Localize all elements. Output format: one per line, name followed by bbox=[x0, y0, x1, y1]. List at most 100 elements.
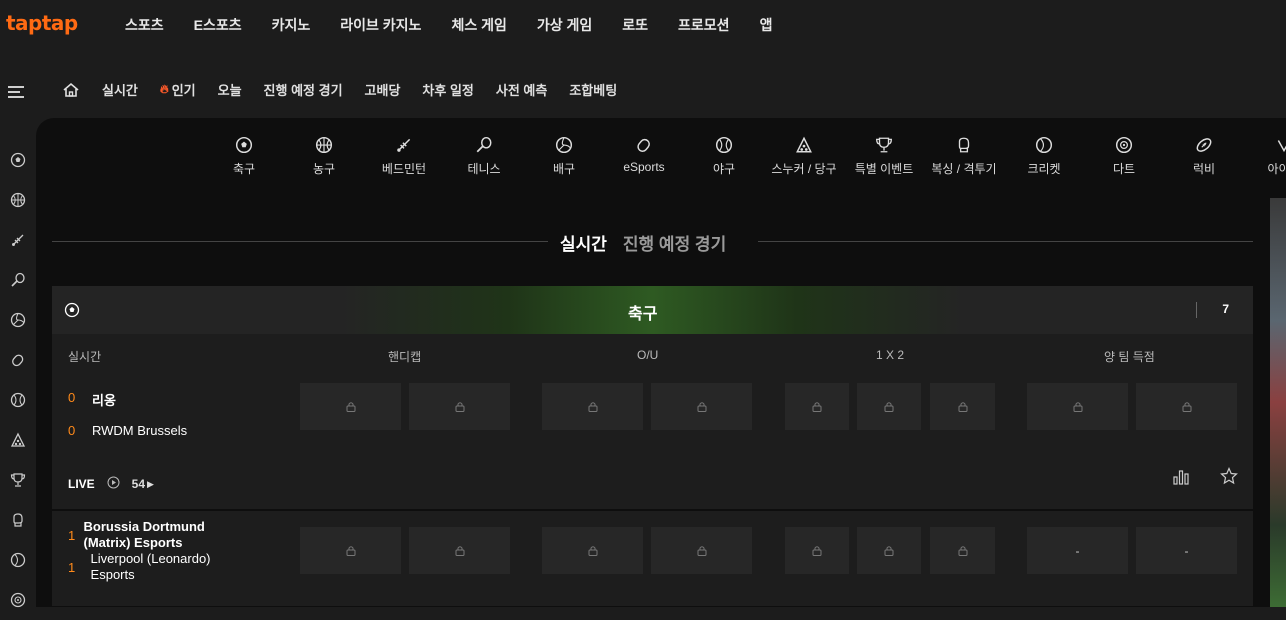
baseball-icon bbox=[684, 134, 764, 156]
subnav-combo-bet[interactable]: 조합베팅 bbox=[558, 80, 628, 99]
sport-special[interactable]: 특별 이벤트 bbox=[844, 134, 924, 177]
odds-cell-locked[interactable] bbox=[651, 527, 752, 574]
odds-cell-locked[interactable] bbox=[300, 527, 401, 574]
nav-sports[interactable]: 스포츠 bbox=[110, 15, 179, 35]
odds-cell-locked[interactable] bbox=[409, 383, 510, 430]
odds-cell-locked[interactable] bbox=[651, 383, 752, 430]
section-banner[interactable]: 축구 7 bbox=[52, 286, 1253, 334]
odds-cell[interactable]: - bbox=[1027, 527, 1128, 574]
soccer-icon bbox=[64, 302, 80, 323]
odds-cell-locked[interactable] bbox=[857, 527, 921, 574]
odds-cell-locked[interactable] bbox=[300, 383, 401, 430]
subnav-today[interactable]: 오늘 bbox=[207, 80, 253, 99]
play-icon[interactable] bbox=[107, 476, 120, 492]
darts-icon[interactable] bbox=[0, 580, 36, 620]
subnav-high-odds[interactable]: 고배당 bbox=[354, 80, 412, 99]
subnav-prediction[interactable]: 사전 예측 bbox=[485, 80, 558, 99]
sport-baseball[interactable]: 야구 bbox=[684, 134, 764, 177]
sport-darts[interactable]: 다트 bbox=[1084, 134, 1164, 177]
home-icon[interactable] bbox=[62, 82, 91, 98]
header-handicap: 핸디캡 bbox=[388, 350, 422, 364]
sport-badminton[interactable]: 베드민턴 bbox=[364, 134, 444, 177]
badminton-icon[interactable] bbox=[0, 220, 36, 260]
odds-cell[interactable]: - bbox=[1136, 527, 1237, 574]
subnav-schedule[interactable]: 차후 일정 bbox=[411, 80, 484, 99]
away-score: 0 bbox=[68, 423, 76, 438]
section-count: 7 bbox=[1222, 302, 1229, 316]
sport-basketball[interactable]: 농구 bbox=[284, 134, 364, 177]
sport-rugby[interactable]: 럭비 bbox=[1164, 134, 1244, 177]
lock-icon bbox=[455, 402, 464, 412]
odds-cell-locked[interactable] bbox=[930, 527, 995, 574]
odds-cell-locked[interactable] bbox=[1136, 383, 1237, 430]
volleyball-icon[interactable] bbox=[0, 300, 36, 340]
sport-label: 복싱 / 격투기 bbox=[931, 162, 997, 176]
sport-cricket[interactable]: 크리켓 bbox=[1004, 134, 1084, 177]
nav-casino[interactable]: 카지노 bbox=[257, 15, 326, 35]
nav-promotion[interactable]: 프로모션 bbox=[663, 15, 745, 35]
sport-label: 스누커 / 당구 bbox=[771, 162, 837, 176]
sport-label: 베드민턴 bbox=[381, 162, 427, 176]
tab-upcoming[interactable]: 진행 예정 경기 bbox=[623, 230, 726, 255]
odds-cell-locked[interactable] bbox=[409, 527, 510, 574]
section-title: 축구 bbox=[628, 306, 658, 323]
odds-cell-locked[interactable] bbox=[542, 527, 643, 574]
brand-logo[interactable]: taptap bbox=[6, 11, 78, 35]
sport-esports[interactable]: eSports bbox=[604, 134, 684, 177]
sport-ice[interactable]: 아이스 bbox=[1244, 134, 1286, 177]
tab-live[interactable]: 실시간 bbox=[560, 230, 607, 255]
nav-chess[interactable]: 체스 게임 bbox=[436, 15, 521, 35]
divider bbox=[1196, 302, 1197, 318]
subnav-live[interactable]: 실시간 bbox=[91, 80, 149, 99]
nav-live-casino[interactable]: 라이브 카지노 bbox=[325, 15, 436, 35]
mouse-icon[interactable] bbox=[0, 340, 36, 380]
lock-icon bbox=[1073, 402, 1082, 412]
tennis-icon[interactable] bbox=[0, 260, 36, 300]
sport-label: 특별 이벤트 bbox=[854, 162, 914, 176]
baseball-icon[interactable] bbox=[0, 380, 36, 420]
cricket-icon[interactable] bbox=[0, 540, 36, 580]
lock-icon bbox=[697, 402, 706, 412]
sport-boxing[interactable]: 복싱 / 격투기 bbox=[924, 134, 1004, 177]
odds-cell-locked[interactable] bbox=[857, 383, 921, 430]
volleyball-icon bbox=[524, 134, 604, 156]
sport-tennis[interactable]: 테니스 bbox=[444, 134, 524, 177]
odds-cell-locked[interactable] bbox=[785, 527, 849, 574]
stats-icon[interactable] bbox=[1172, 468, 1190, 491]
odds-cell-locked[interactable] bbox=[930, 383, 995, 430]
match-row[interactable]: 1 Borussia Dortmund (Matrix) Esports 1 Liv… bbox=[52, 511, 1253, 606]
top-bar: taptap 스포츠 E스포츠 카지노 라이브 카지노 체스 게임 가상 게임 … bbox=[0, 0, 1286, 52]
trophy-icon[interactable] bbox=[0, 460, 36, 500]
nav-lotto[interactable]: 로또 bbox=[607, 15, 663, 35]
nav-esports[interactable]: E스포츠 bbox=[179, 15, 257, 35]
market-header: 실시간 핸디캡 O/U 1 X 2 양 팀 득점 bbox=[52, 334, 1253, 376]
away-team: 1 Liverpool (Leonardo) Esports bbox=[68, 551, 248, 583]
odds-cell-locked[interactable] bbox=[785, 383, 849, 430]
match-row[interactable]: 0 리옹 0 RWDM Brussels LIVE 54 ▶ bbox=[52, 376, 1253, 511]
odds-cell-locked[interactable] bbox=[542, 383, 643, 430]
boxing-icon[interactable] bbox=[0, 500, 36, 540]
subnav-upcoming[interactable]: 진행 예정 경기 bbox=[253, 80, 354, 99]
subnav-popular-label: 인기 bbox=[171, 83, 196, 98]
boxing-icon bbox=[924, 134, 1004, 156]
lock-icon bbox=[697, 546, 706, 556]
odds-cell-locked[interactable] bbox=[1027, 383, 1128, 430]
sport-snooker[interactable]: 스누커 / 당구 bbox=[764, 134, 844, 177]
sport-label: 배구 bbox=[552, 162, 576, 176]
away-name: RWDM Brussels bbox=[92, 423, 188, 438]
basketball-icon[interactable] bbox=[0, 180, 36, 220]
nav-virtual[interactable]: 가상 게임 bbox=[522, 15, 607, 35]
markets-count[interactable]: 54 bbox=[132, 477, 145, 491]
home-name: Borussia Dortmund (Matrix) Esports bbox=[83, 519, 205, 550]
sport-volleyball[interactable]: 배구 bbox=[524, 134, 604, 177]
favorite-star-icon[interactable] bbox=[1220, 467, 1238, 490]
snooker-icon[interactable] bbox=[0, 420, 36, 460]
sub-nav-bar: 실시간 🔥︎ 인기 오늘 진행 예정 경기 고배당 차후 일정 사전 예측 조합베… bbox=[0, 72, 1286, 108]
subnav-popular[interactable]: 🔥︎ 인기 bbox=[149, 80, 207, 99]
menu-icon[interactable] bbox=[8, 86, 24, 101]
nav-app[interactable]: 앱 bbox=[745, 15, 788, 35]
sport-soccer[interactable]: 축구 bbox=[204, 134, 284, 177]
chevron-right-icon[interactable]: ▶ bbox=[147, 479, 154, 490]
soccer-icon[interactable] bbox=[0, 140, 36, 180]
sport-label: 축구 bbox=[232, 162, 256, 176]
